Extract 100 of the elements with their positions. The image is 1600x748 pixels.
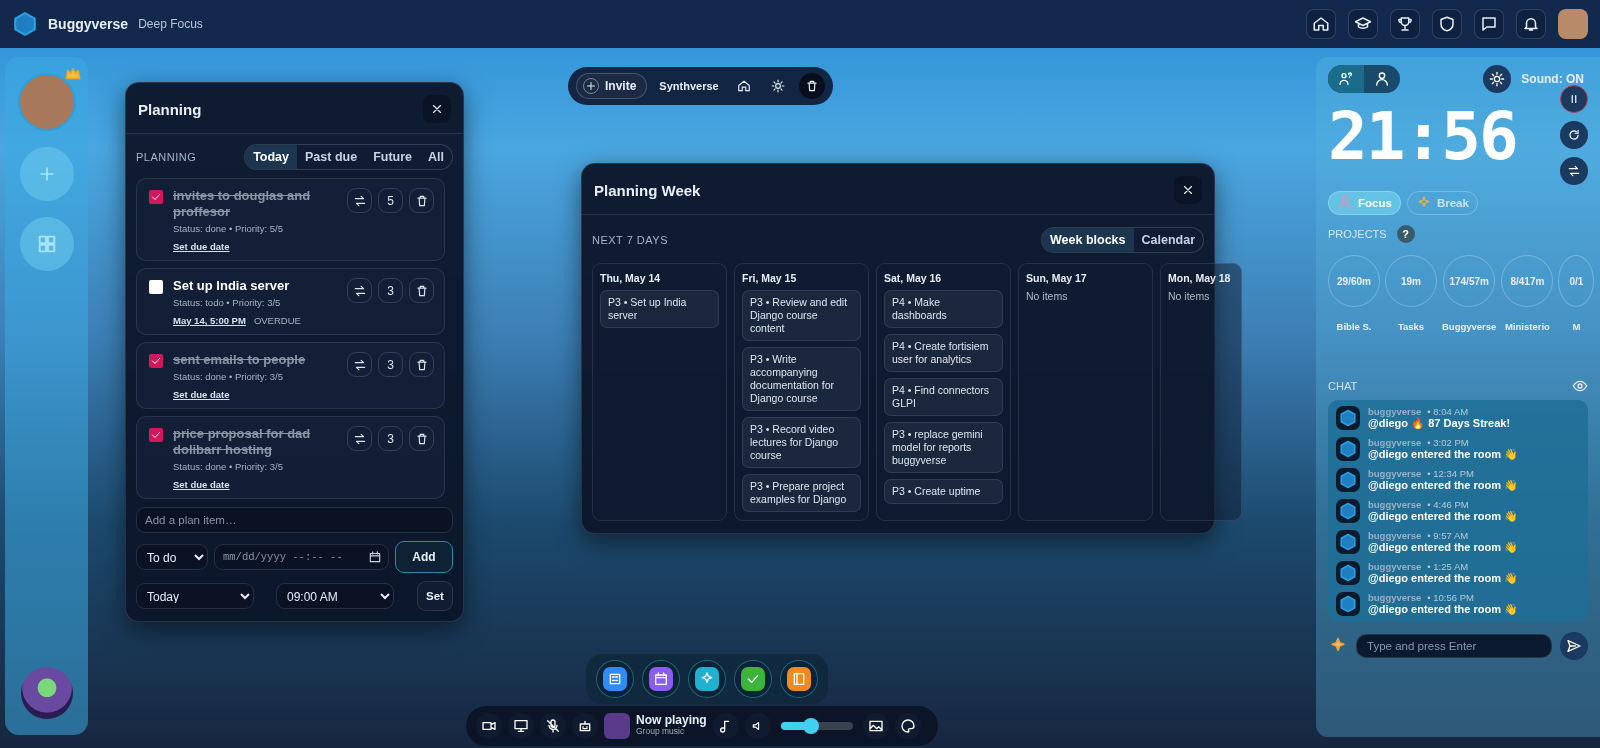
- task-card[interactable]: P3 • Create uptime: [884, 479, 1003, 504]
- set-button[interactable]: Set: [417, 581, 453, 611]
- project-name: Tasks: [1397, 321, 1425, 332]
- task-card[interactable]: P4 • Find connectors GLPI: [884, 378, 1003, 416]
- camera-button[interactable]: [476, 713, 502, 739]
- delete-button[interactable]: [409, 188, 434, 213]
- bell-icon: [1522, 15, 1540, 33]
- checkbox[interactable]: [149, 280, 163, 294]
- move-button[interactable]: [347, 352, 372, 377]
- delete-button[interactable]: [409, 352, 434, 377]
- status-select[interactable]: To do: [136, 544, 208, 570]
- task-card[interactable]: P3 • Set up India server: [600, 290, 719, 328]
- chat-button[interactable]: [1474, 9, 1504, 39]
- checkbox[interactable]: [149, 190, 163, 204]
- priority-button[interactable]: 3: [378, 352, 403, 377]
- trophy-button[interactable]: [1390, 9, 1420, 39]
- music-button[interactable]: [712, 713, 739, 739]
- section-label: PLANNING: [136, 151, 197, 163]
- avatar-placeholder[interactable]: [1558, 9, 1588, 39]
- filter-tab[interactable]: Past due: [297, 145, 366, 169]
- delete-button[interactable]: [798, 73, 825, 99]
- due-date-link[interactable]: Set due date: [173, 479, 230, 490]
- home-button[interactable]: [1306, 9, 1336, 39]
- task-card[interactable]: P3 • Record video lectures for Django course: [742, 417, 861, 468]
- close-button[interactable]: [1174, 176, 1202, 204]
- settings-icon: [770, 79, 785, 93]
- pause-button[interactable]: [1560, 85, 1588, 113]
- robot-icon: [577, 718, 593, 734]
- graduation-cap-button[interactable]: [1348, 9, 1378, 39]
- delete-button[interactable]: [409, 278, 434, 303]
- day-label: Mon, May 18: [1168, 272, 1232, 284]
- bot-button[interactable]: [572, 713, 598, 739]
- volume-thumb[interactable]: [802, 718, 819, 734]
- calendar-icon: [368, 550, 382, 564]
- task-card[interactable]: P4 • Make dashboards: [884, 290, 1003, 328]
- task-card[interactable]: P3 • Write accompanying documentation for Django course: [742, 347, 861, 411]
- day-select[interactable]: Today: [136, 583, 254, 609]
- filter-tab[interactable]: All: [420, 145, 452, 169]
- checkbox[interactable]: [149, 354, 163, 368]
- character-avatar[interactable]: [20, 667, 73, 719]
- close-button[interactable]: [423, 95, 451, 123]
- person-icon: [1337, 195, 1353, 211]
- mode-label: Deep Focus: [138, 17, 203, 31]
- background-button[interactable]: [862, 713, 889, 739]
- project-name: M: [1572, 321, 1581, 332]
- switch-button[interactable]: [1560, 157, 1588, 185]
- app-button[interactable]: [642, 660, 680, 698]
- filter-tab[interactable]: Future: [365, 145, 420, 169]
- task-card[interactable]: P3 • Prepare project examples for Django: [742, 474, 861, 512]
- view-tab[interactable]: Week blocks: [1042, 228, 1134, 252]
- day-label: Sat, May 16: [884, 272, 943, 284]
- send-button[interactable]: [1560, 632, 1588, 660]
- swap-icon: [1567, 164, 1581, 178]
- checkbox[interactable]: [149, 428, 163, 442]
- task-card[interactable]: P4 • Create fortisiem user for analytics: [884, 334, 1003, 372]
- delete-button[interactable]: [409, 426, 434, 451]
- app-button[interactable]: [780, 660, 818, 698]
- bell-button[interactable]: [1516, 9, 1546, 39]
- move-button[interactable]: [347, 426, 372, 451]
- trash-icon: [414, 193, 429, 208]
- priority-button[interactable]: 3: [378, 278, 403, 303]
- settings-button[interactable]: [1483, 65, 1512, 93]
- priority-button[interactable]: 3: [378, 426, 403, 451]
- reset-button[interactable]: [1560, 121, 1588, 149]
- shield-button[interactable]: [1432, 9, 1462, 39]
- volume-button[interactable]: [744, 713, 771, 739]
- due-date-link[interactable]: Set due date: [173, 389, 230, 400]
- check-icon: [150, 355, 162, 367]
- screen-share-button[interactable]: [508, 713, 534, 739]
- app-button[interactable]: [734, 660, 772, 698]
- view-tab[interactable]: Calendar: [1133, 228, 1203, 252]
- message-text: @diego entered the room 👋: [1368, 479, 1519, 492]
- app-button[interactable]: [688, 660, 726, 698]
- move-button[interactable]: [347, 278, 372, 303]
- app-button[interactable]: [596, 660, 634, 698]
- trash-icon: [414, 431, 429, 446]
- task-card[interactable]: P3 • Review and edit Django course content: [742, 290, 861, 341]
- theme-button[interactable]: [894, 713, 921, 739]
- move-button[interactable]: [347, 188, 372, 213]
- date-time-field[interactable]: mm/dd/yyyy --:-- --: [214, 544, 389, 570]
- item-meta: Status: todo • Priority: 3/5: [173, 297, 282, 308]
- plan-item-input[interactable]: Add a plan item…: [136, 507, 453, 533]
- item-title: Set up India server: [173, 278, 291, 294]
- message-time: • 4:46 PM: [1427, 499, 1469, 510]
- time-select[interactable]: 09:00 AM: [276, 583, 394, 609]
- message-input[interactable]: Type and press Enter: [1356, 634, 1552, 658]
- palette-icon: [899, 718, 916, 734]
- project-name: Buggyverse: [1442, 321, 1497, 332]
- task-card[interactable]: P3 • replace gemini model for reports buggyverse: [884, 422, 1003, 473]
- section-label: CHAT: [1328, 380, 1358, 392]
- filter-tab[interactable]: Today: [245, 145, 297, 169]
- view-toggle-button[interactable]: [1328, 65, 1364, 93]
- due-date-link[interactable]: Set due date: [173, 241, 230, 252]
- mute-button[interactable]: [540, 713, 566, 739]
- invite-button[interactable]: Invite: [576, 73, 648, 99]
- priority-button[interactable]: 5: [378, 188, 403, 213]
- help-button[interactable]: ?: [1396, 225, 1415, 243]
- due-date-link[interactable]: May 14, 5:00 PM: [173, 315, 246, 326]
- logo-icon: [12, 11, 38, 37]
- add-button[interactable]: Add: [395, 541, 453, 573]
